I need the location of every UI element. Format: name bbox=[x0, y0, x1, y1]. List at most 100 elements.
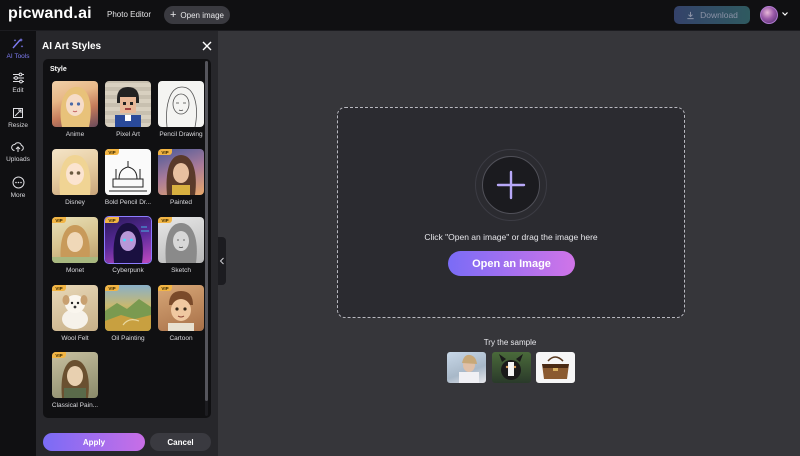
open-image-button[interactable]: + Open image bbox=[164, 6, 230, 24]
cartoon-thumbnail bbox=[168, 291, 194, 331]
style-tile-pencil-drawing[interactable] bbox=[158, 81, 204, 127]
style-tile-anime[interactable] bbox=[52, 81, 98, 127]
style-label-pixel-art: Pixel Art bbox=[116, 131, 140, 138]
vip-badge: VIP bbox=[105, 217, 119, 223]
sample-dog-thumbnail bbox=[499, 354, 523, 380]
style-tile-oil-painting[interactable]: VIP bbox=[105, 285, 151, 331]
style-tile-disney[interactable] bbox=[52, 149, 98, 195]
rail-label: More bbox=[10, 192, 26, 199]
vip-badge: VIP bbox=[52, 285, 66, 291]
rail-item-resize[interactable]: Resize bbox=[0, 107, 36, 129]
style-label-cyberpunk: Cyberpunk bbox=[112, 267, 144, 274]
ai-art-styles-panel: AI Art Styles Style Anime Pixel Art Penc… bbox=[36, 31, 218, 456]
rail-item-edit[interactable]: Edit bbox=[0, 72, 36, 94]
style-scrollbar[interactable] bbox=[205, 61, 208, 416]
logo-text: picwand. bbox=[8, 5, 79, 22]
monet-thumbnail bbox=[52, 225, 98, 263]
sample-bag-thumbnail bbox=[542, 356, 569, 379]
drop-instructions: Click "Open an image" or drag the image … bbox=[424, 232, 598, 242]
style-tile-cartoon[interactable]: VIP bbox=[158, 285, 204, 331]
add-image-button[interactable] bbox=[482, 156, 540, 214]
style-tile-monet[interactable]: VIP bbox=[52, 217, 98, 263]
download-button[interactable]: Download bbox=[674, 6, 750, 24]
style-label-monet: Monet bbox=[65, 267, 85, 274]
try-sample-label: Try the sample bbox=[483, 338, 537, 347]
photo-editor-link[interactable]: Photo Editor bbox=[107, 10, 151, 19]
scrollbar-thumb[interactable] bbox=[205, 61, 208, 401]
download-label: Download bbox=[700, 10, 738, 20]
vip-badge: VIP bbox=[158, 149, 172, 155]
left-rail: AI Tools Edit Resize Uploads More bbox=[0, 31, 36, 456]
style-label-bold-pencil-drawing: Bold Pencil Dr... bbox=[104, 199, 152, 206]
plus-icon: + bbox=[169, 8, 177, 21]
open-an-image-button[interactable]: Open an Image bbox=[448, 251, 575, 276]
painted-thumbnail bbox=[166, 155, 196, 195]
logo[interactable]: picwand.ai bbox=[8, 5, 92, 23]
oil-painting-thumbnail bbox=[105, 299, 151, 331]
style-tile-painted[interactable]: VIP bbox=[158, 149, 204, 195]
style-tile-wool-felt[interactable]: VIP bbox=[52, 285, 98, 331]
image-drop-zone[interactable]: Click "Open an image" or drag the image … bbox=[337, 107, 685, 318]
style-tile-pixel-art[interactable] bbox=[105, 81, 151, 127]
vip-badge: VIP bbox=[158, 217, 172, 223]
style-label-anime: Anime bbox=[65, 131, 85, 138]
download-icon bbox=[687, 11, 694, 19]
style-label-oil-painting: Oil Painting bbox=[111, 335, 145, 342]
style-label-classical-painting: Classical Pain... bbox=[51, 402, 99, 409]
top-bar: picwand.ai Photo Editor + Open image Dow… bbox=[0, 0, 800, 31]
plus-icon bbox=[496, 170, 526, 200]
avatar[interactable] bbox=[760, 6, 778, 24]
sample-person-thumbnail bbox=[459, 354, 479, 383]
sample-image-dog[interactable] bbox=[492, 352, 531, 383]
collapse-panel-handle[interactable] bbox=[218, 237, 226, 285]
vip-badge: VIP bbox=[105, 149, 119, 155]
style-tile-cyberpunk[interactable]: VIP bbox=[104, 216, 152, 264]
rail-item-uploads[interactable]: Uploads bbox=[0, 141, 36, 163]
logo-suffix: ai bbox=[78, 5, 92, 22]
anime-thumbnail bbox=[60, 86, 91, 127]
pixel-art-thumbnail bbox=[115, 87, 141, 127]
style-tile-classical-painting[interactable]: VIP bbox=[52, 352, 98, 398]
chevron-down-icon[interactable] bbox=[781, 10, 789, 18]
rail-label: Edit bbox=[12, 87, 24, 94]
rail-label: Uploads bbox=[6, 156, 30, 163]
rail-label: Resize bbox=[8, 122, 28, 129]
apply-button[interactable]: Apply bbox=[43, 433, 145, 451]
style-label-sketch: Sketch bbox=[171, 267, 191, 274]
sliders-icon bbox=[12, 72, 24, 84]
wool-felt-thumbnail bbox=[62, 295, 88, 329]
sample-image-person[interactable] bbox=[447, 352, 486, 383]
classical-painting-thumbnail bbox=[61, 360, 89, 398]
rail-item-ai-tools[interactable]: AI Tools bbox=[0, 37, 36, 60]
open-image-label: Open image bbox=[180, 10, 225, 20]
resize-icon bbox=[13, 108, 23, 118]
vip-badge: VIP bbox=[52, 352, 66, 358]
style-label-disney: Disney bbox=[65, 199, 85, 206]
style-label-wool-felt: Wool Felt bbox=[61, 335, 89, 342]
style-label-cartoon: Cartoon bbox=[169, 335, 193, 342]
style-tile-bold-pencil-drawing[interactable]: VIP bbox=[105, 149, 151, 195]
bold-pencil-thumbnail bbox=[109, 161, 147, 192]
sample-image-bag[interactable] bbox=[536, 352, 575, 383]
close-icon[interactable] bbox=[201, 40, 213, 52]
disney-thumbnail bbox=[59, 155, 91, 195]
more-icon bbox=[12, 176, 24, 189]
upload-icon bbox=[11, 142, 24, 152]
style-grid: Style Anime Pixel Art Pencil Drawing Dis… bbox=[43, 59, 211, 418]
cyberpunk-thumbnail bbox=[113, 223, 149, 263]
section-label: Style bbox=[50, 66, 67, 73]
rail-label: AI Tools bbox=[6, 53, 30, 60]
rail-item-more[interactable]: More bbox=[0, 176, 36, 199]
vip-badge: VIP bbox=[105, 285, 119, 291]
vip-badge: VIP bbox=[158, 285, 172, 291]
sketch-thumbnail bbox=[165, 223, 197, 263]
chevron-left-icon bbox=[219, 257, 224, 265]
style-tile-sketch[interactable]: VIP bbox=[158, 217, 204, 263]
style-label-pencil-drawing: Pencil Drawing bbox=[159, 131, 203, 138]
style-label-painted: Painted bbox=[169, 199, 193, 206]
pencil-drawing-thumbnail bbox=[166, 86, 197, 127]
cancel-button[interactable]: Cancel bbox=[150, 433, 211, 451]
ai-tools-icon bbox=[12, 38, 24, 49]
panel-title: AI Art Styles bbox=[42, 41, 102, 52]
vip-badge: VIP bbox=[52, 217, 66, 223]
